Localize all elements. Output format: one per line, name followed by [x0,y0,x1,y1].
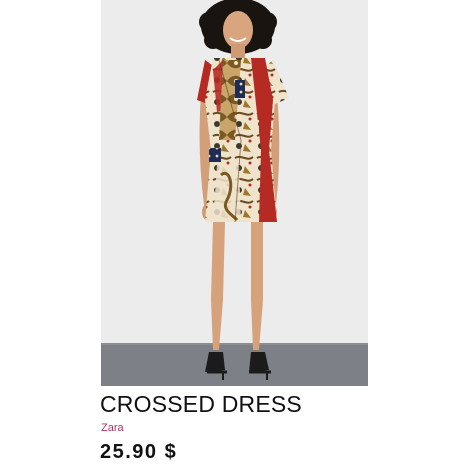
product-card[interactable]: CROSSED DRESS Zara 25.90 $ [0,0,466,466]
brand-name[interactable]: Zara [101,421,124,435]
product-image[interactable] [101,0,368,386]
product-title[interactable]: CROSSED DRESS [100,390,302,418]
price: 25.90 $ [100,441,178,463]
